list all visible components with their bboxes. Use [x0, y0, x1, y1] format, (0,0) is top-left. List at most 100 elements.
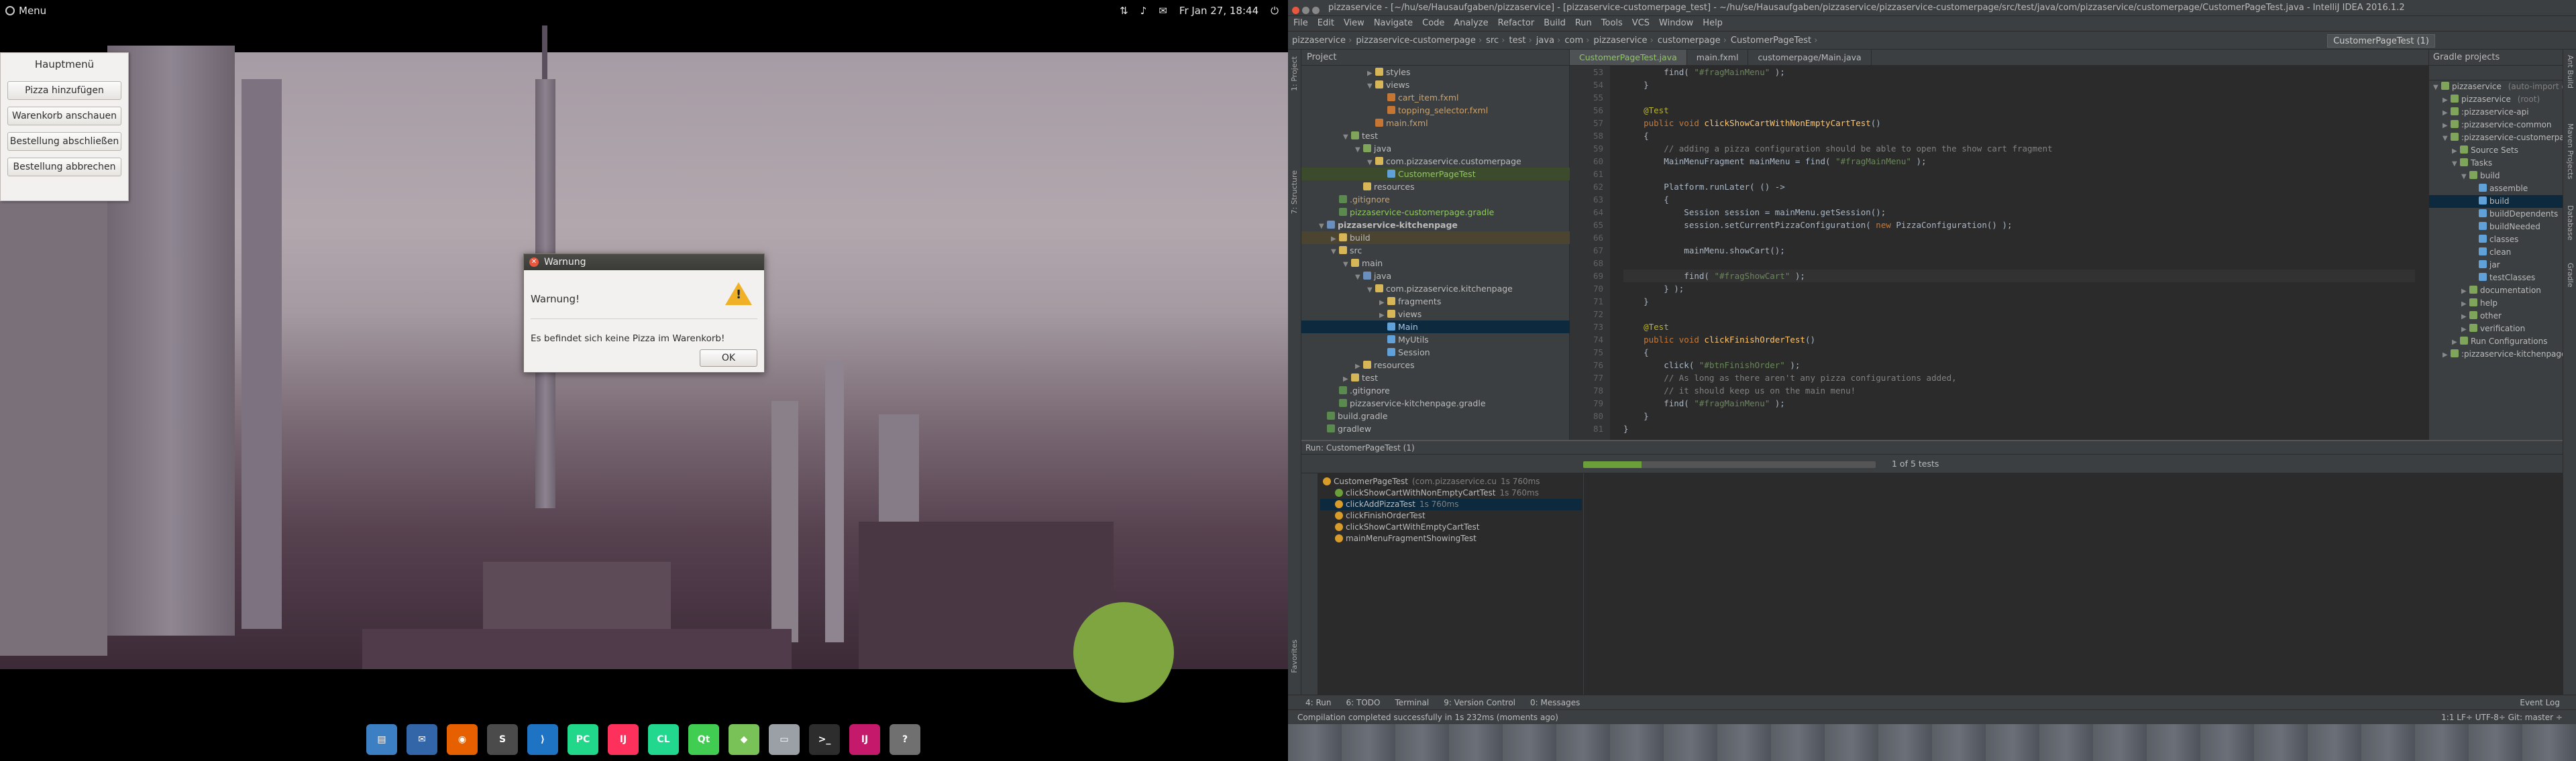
menu-item-refactor[interactable]: Refactor [1498, 16, 1535, 31]
expand-arrow-icon[interactable]: ▶ [2452, 145, 2460, 158]
code-area[interactable]: find( "#fragMainMenu" ); } @Test public … [1623, 66, 2415, 440]
gradle-tree-row[interactable]: ▶ Source Sets [2429, 144, 2563, 157]
menu-button[interactable]: Menu [5, 5, 46, 17]
breadcrumb-item[interactable]: java [1536, 32, 1561, 49]
test-row[interactable]: clickShowCartWithNonEmptyCartTest 1s 760m… [1320, 487, 1582, 499]
menu-item-window[interactable]: Window [1659, 16, 1693, 31]
gradle-tree-row[interactable]: ▶:pizzaservice-common [2429, 119, 2563, 131]
menu-item-analyze[interactable]: Analyze [1454, 16, 1488, 31]
expand-arrow-icon[interactable]: ▼ [2461, 170, 2469, 183]
menu-item-build[interactable]: Build [1544, 16, 1566, 31]
tree-row[interactable]: ▶ resources [1301, 359, 1570, 371]
tree-row[interactable]: MyUtils [1301, 333, 1570, 346]
expand-arrow-icon[interactable]: ▼ [2433, 81, 2441, 94]
tree-row[interactable]: ▼ src [1301, 244, 1570, 257]
menu-item-navigate[interactable]: Navigate [1374, 16, 1413, 31]
event-log-tab[interactable]: Event Log [2520, 695, 2560, 710]
mail-icon[interactable]: ✉ [1159, 5, 1167, 17]
tree-row[interactable]: ▶ test [1301, 371, 1570, 384]
gradle-tree-row[interactable]: ▶ Run Configurations [2429, 335, 2563, 348]
tree-row[interactable]: ▼ java [1301, 142, 1570, 155]
menu-item-tools[interactable]: Tools [1601, 16, 1623, 31]
tree-row[interactable]: ▼ test [1301, 129, 1570, 142]
tree-row[interactable]: pizzaservice-customerpage.gradle [1301, 206, 1570, 219]
tree-row[interactable]: topping_selector.fxml [1301, 104, 1570, 117]
favorites-tool-tab[interactable]: Favorites [1290, 640, 1299, 673]
gradle-tree-row[interactable]: buildDependents [2429, 208, 2563, 221]
breadcrumb-item[interactable]: CustomerPageTest [1731, 32, 1818, 49]
volume-icon[interactable]: ♪ [1140, 5, 1147, 17]
breadcrumb-item[interactable]: pizzaservice [1292, 32, 1352, 49]
expand-arrow-icon[interactable]: ▶ [2452, 336, 2460, 349]
gradle-tree-row[interactable]: ▼:pizzaservice-customerpage [2429, 131, 2575, 145]
intellij-icon[interactable]: IJ [608, 724, 639, 755]
test-row[interactable]: clickFinishOrderTest [1320, 510, 1582, 522]
network-icon[interactable]: ⇅ [1120, 5, 1128, 17]
expand-arrow-icon[interactable]: ▶ [2443, 94, 2451, 107]
breadcrumb-item[interactable]: pizzaservice [1594, 32, 1654, 49]
test-output[interactable] [1583, 473, 2563, 696]
editor-tab[interactable]: main.fxml [1687, 50, 1749, 65]
intellij-running-icon[interactable]: IJ [849, 724, 880, 755]
ok-button[interactable]: OK [700, 349, 757, 367]
breadcrumb-item[interactable]: customerpage [1658, 32, 1727, 49]
clock[interactable]: Fr Jan 27, 18:44 [1179, 5, 1258, 17]
expand-arrow-icon[interactable]: ▶ [2443, 107, 2451, 119]
test-row[interactable]: CustomerPageTest (com.pizzaservice.cu 1s 7… [1320, 476, 1582, 487]
menu-item-code[interactable]: Code [1422, 16, 1444, 31]
tree-row[interactable]: ▼ views [1301, 78, 1570, 91]
add-pizza-button[interactable]: Pizza hinzufügen [7, 81, 121, 100]
gradle-tree-row[interactable]: assemble [2429, 182, 2563, 195]
tree-row[interactable]: ▼ java [1301, 270, 1570, 282]
expand-arrow-icon[interactable]: ▶ [2461, 323, 2469, 336]
tree-row[interactable]: cart_item.fxml [1301, 91, 1570, 104]
tab-todo[interactable]: 6: TODO [1346, 695, 1381, 709]
tree-row[interactable]: ▼ com.pizzaservice.customerpage [1301, 155, 1570, 168]
maximize-icon[interactable] [1312, 7, 1320, 14]
tree-row[interactable]: ▼ main [1301, 257, 1570, 270]
files-icon[interactable]: ▤ [366, 724, 397, 755]
status-right[interactable]: 1:1 LF÷ UTF-8÷ Git: master ÷ [2441, 710, 2563, 725]
gradle-tree-row[interactable]: ▶ pizzaservice (root) [2429, 93, 2563, 106]
tab-terminal[interactable]: Terminal [1395, 695, 1429, 709]
test-row[interactable]: clickAddPizzaTest 1s 760ms [1320, 499, 1582, 510]
expand-arrow-icon[interactable]: ▶ [2461, 298, 2469, 310]
gradle-tree-row[interactable]: ▶ other [2429, 310, 2563, 323]
clion-icon[interactable]: CL [648, 724, 679, 755]
project-panel-header[interactable]: Project [1301, 50, 1569, 66]
tree-row[interactable]: Main [1301, 320, 1570, 333]
tree-row[interactable]: ▼ com.pizzaservice.kitchenpage [1301, 282, 1570, 295]
database-tab[interactable]: Database [2566, 205, 2575, 241]
gradle-tree-row[interactable]: ▼ build [2429, 170, 2563, 182]
sublime-icon[interactable]: S [487, 724, 518, 755]
tree-row[interactable]: resources [1301, 180, 1570, 193]
minimize-icon[interactable] [1302, 7, 1309, 14]
tree-row[interactable]: build.gradle [1301, 410, 1570, 422]
tree-row[interactable]: Session [1301, 346, 1570, 359]
structure-tool-tab[interactable]: 7: Structure [1290, 170, 1299, 214]
gradle-tree-row[interactable]: buildNeeded [2429, 221, 2563, 233]
menu-item-edit[interactable]: Edit [1318, 16, 1334, 31]
tree-row[interactable]: ▶ views [1301, 308, 1570, 320]
expand-arrow-icon[interactable]: ▶ [2461, 310, 2469, 323]
gradle-tree-row[interactable]: build [2429, 195, 2563, 208]
expand-arrow-icon[interactable]: ▶ [2461, 285, 2469, 298]
expand-arrow-icon[interactable]: ▼ [2443, 132, 2451, 145]
pycharm-icon[interactable]: PC [568, 724, 598, 755]
tree-row[interactable]: CustomerPageTest [1301, 168, 1570, 180]
tree-row[interactable]: ▶ fragments [1301, 295, 1570, 308]
menu-item-vcs[interactable]: VCS [1632, 16, 1650, 31]
breadcrumb-item[interactable]: test [1509, 32, 1532, 49]
expand-arrow-icon[interactable]: ▶ [2443, 349, 2451, 361]
test-row[interactable]: clickShowCartWithEmptyCartTest [1320, 522, 1582, 533]
test-row[interactable]: mainMenuFragmentShowingTest [1320, 533, 1582, 544]
menu-item-run[interactable]: Run [1575, 16, 1592, 31]
finish-order-button[interactable]: Bestellung abschließen [7, 132, 121, 151]
file-manager-icon[interactable]: ▭ [769, 724, 800, 755]
tree-row[interactable]: pizzaservice-kitchenpage.gradle [1301, 397, 1570, 410]
gradle-tree-row[interactable]: ▶:pizzaservice-kitchenpage [2429, 348, 2566, 361]
tree-row[interactable]: gradlew [1301, 422, 1570, 435]
breadcrumb-item[interactable]: pizzaservice-customerpage [1356, 32, 1482, 49]
tab-version-control[interactable]: 9: Version Control [1444, 695, 1515, 709]
qtcreator-icon[interactable]: Qt [688, 724, 719, 755]
